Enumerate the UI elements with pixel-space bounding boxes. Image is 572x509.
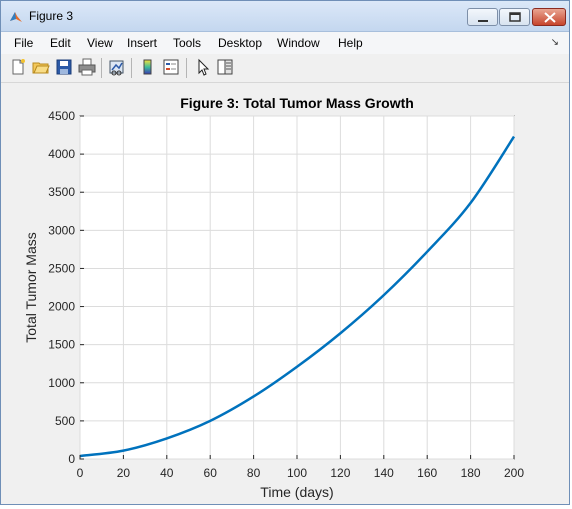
menu-file[interactable]: File [14, 36, 33, 50]
y-axis-label: Total Tumor Mass [23, 232, 39, 342]
y-tick-label: 0 [68, 452, 75, 466]
insert-legend-icon[interactable] [162, 58, 180, 76]
y-tick-label: 3000 [48, 223, 75, 237]
insert-colorbar-icon[interactable] [139, 58, 157, 76]
open-file-icon[interactable] [32, 58, 50, 76]
figure-window: Figure 3 File Edit View Insert Tools Des… [0, 0, 570, 505]
plot-svg: 0 20 40 60 80 100 120 140 160 180 2000500100015002… [23, 95, 524, 500]
x-tick-label: 160 [417, 466, 437, 480]
toolbar-separator [131, 58, 132, 78]
x-tick-label: 140 [374, 466, 394, 480]
toolbar [1, 54, 569, 83]
chart-title: Figure 3: Total Tumor Mass Growth [180, 95, 414, 111]
link-plot-icon[interactable] [108, 58, 126, 76]
maximize-icon [509, 12, 521, 22]
y-tick-label: 2500 [48, 261, 75, 275]
menu-view[interactable]: View [87, 36, 113, 50]
menu-edit[interactable]: Edit [50, 36, 71, 50]
y-tick-label: 1500 [48, 338, 75, 352]
toolbar-separator [186, 58, 187, 78]
x-axis-label: Time (days) [260, 484, 333, 500]
maximize-button[interactable] [499, 8, 530, 26]
y-tick-label: 500 [55, 414, 75, 428]
y-tick-label: 3500 [48, 185, 75, 199]
y-tick-label: 2000 [48, 300, 75, 314]
figure-canvas: 0 20 40 60 80 100 120 140 160 180 200 0 500 1000 1500 2… [2, 83, 568, 504]
x-tick-label: 100 [287, 466, 307, 480]
matlab-icon [10, 12, 22, 22]
menu-help[interactable]: Help [338, 36, 363, 50]
menu-window[interactable]: Window [277, 36, 320, 50]
menu-insert[interactable]: Insert [127, 36, 157, 50]
minimize-icon [478, 20, 488, 22]
y-tick-label: 1000 [48, 376, 75, 390]
x-tick-label: 120 [330, 466, 350, 480]
dock-arrow-icon[interactable]: ↘ [551, 37, 559, 48]
x-tick-label: 200 [504, 466, 524, 480]
y-tick-label: 4000 [48, 147, 75, 161]
minimize-button[interactable] [467, 8, 498, 26]
close-icon [544, 12, 556, 23]
x-tick-label: 60 [204, 466, 218, 480]
title-bar[interactable]: Figure 3 [1, 1, 569, 32]
new-figure-icon[interactable] [9, 58, 27, 76]
close-button[interactable] [532, 8, 566, 26]
x-tick-label: 80 [247, 466, 261, 480]
x-tick-label: 40 [160, 466, 174, 480]
edit-plot-pointer-icon[interactable] [194, 58, 212, 76]
show-plot-tools-icon[interactable] [216, 58, 234, 76]
menu-bar: File Edit View Insert Tools Desktop Wind… [1, 32, 569, 54]
window-title: Figure 3 [29, 9, 74, 23]
menu-desktop[interactable]: Desktop [218, 36, 262, 50]
x-tick-label: 0 [77, 466, 84, 480]
x-tick-label: 180 [461, 466, 481, 480]
save-icon[interactable] [55, 58, 73, 76]
x-tick-label: 20 [117, 466, 131, 480]
print-icon[interactable] [78, 58, 96, 76]
y-tick-label: 4500 [48, 109, 75, 123]
toolbar-separator [101, 58, 102, 78]
menu-tools[interactable]: Tools [173, 36, 201, 50]
